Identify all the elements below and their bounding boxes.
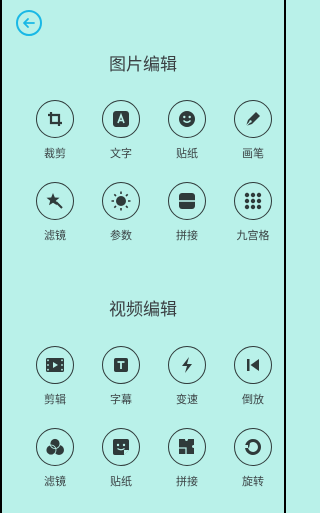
left-edge xyxy=(0,0,2,513)
tool-label: 参数 xyxy=(110,229,132,242)
video-section-title: 视频编辑 xyxy=(109,300,177,320)
tool-label: 滤镜 xyxy=(44,229,66,242)
tool-label: 旋转 xyxy=(242,475,264,488)
tool-rotate[interactable]: 旋转 xyxy=(220,428,286,489)
tool-nine-grid[interactable]: 九宫格 xyxy=(220,182,286,243)
tool-video-filter[interactable]: 滤镜 xyxy=(22,428,88,489)
tool-label: 贴纸 xyxy=(176,147,198,160)
image-tools-row-1: 裁剪 文字 贴纸 画笔 xyxy=(22,100,272,161)
tool-video-sticker[interactable]: 贴纸 xyxy=(88,428,154,489)
tool-subtitle[interactable]: 字幕 xyxy=(88,346,154,407)
puzzle-icon xyxy=(179,439,194,455)
tool-sticker[interactable]: 贴纸 xyxy=(154,100,220,161)
film-icon xyxy=(46,358,64,372)
tool-params[interactable]: 参数 xyxy=(88,182,154,243)
tool-label: 贴纸 xyxy=(110,475,132,488)
video-tools-row-2: 滤镜 贴纸 拼接 旋转 xyxy=(22,428,272,489)
crop-icon xyxy=(48,112,62,126)
lightning-icon xyxy=(182,357,192,373)
subtitle-icon xyxy=(114,358,128,372)
tool-label: 九宫格 xyxy=(236,229,270,242)
tool-filter[interactable]: 滤镜 xyxy=(22,182,88,243)
tool-label: 变速 xyxy=(176,393,198,406)
filter-circles-icon xyxy=(45,438,64,456)
reverse-icon xyxy=(247,359,259,371)
rotate-icon xyxy=(244,439,261,455)
pen-icon xyxy=(245,112,260,127)
video-tools-row-1: 剪辑 字幕 变速 倒放 xyxy=(22,346,272,407)
tool-text[interactable]: 文字 xyxy=(88,100,154,161)
smiley-icon xyxy=(179,111,195,127)
image-section-title: 图片编辑 xyxy=(109,55,177,75)
tool-speed[interactable]: 变速 xyxy=(154,346,220,407)
split-icon xyxy=(179,193,195,209)
tool-crop[interactable]: 裁剪 xyxy=(22,100,88,161)
tool-reverse[interactable]: 倒放 xyxy=(220,346,286,407)
tool-label: 画笔 xyxy=(242,147,264,160)
tool-label: 字幕 xyxy=(110,393,132,406)
brightness-icon xyxy=(111,191,131,211)
tool-clip[interactable]: 剪辑 xyxy=(22,346,88,407)
image-tools-row-2: 滤镜 参数 拼接 九宫格 xyxy=(22,182,272,243)
tool-label: 裁剪 xyxy=(44,147,66,160)
tool-label: 滤镜 xyxy=(44,475,66,488)
star-wand-icon xyxy=(46,193,63,209)
nine-grid-icon xyxy=(244,192,262,210)
text-icon xyxy=(113,111,129,127)
tool-label: 拼接 xyxy=(176,475,198,488)
arrow-left-icon xyxy=(23,18,35,28)
tool-label: 拼接 xyxy=(176,229,198,242)
tool-label: 剪辑 xyxy=(44,393,66,406)
tool-pen[interactable]: 画笔 xyxy=(220,100,286,161)
tool-split[interactable]: 拼接 xyxy=(154,182,220,243)
sticker-icon xyxy=(113,439,129,455)
tool-label: 倒放 xyxy=(242,393,264,406)
tool-video-split[interactable]: 拼接 xyxy=(154,428,220,489)
tool-label: 文字 xyxy=(110,147,132,160)
back-button[interactable] xyxy=(16,10,42,36)
